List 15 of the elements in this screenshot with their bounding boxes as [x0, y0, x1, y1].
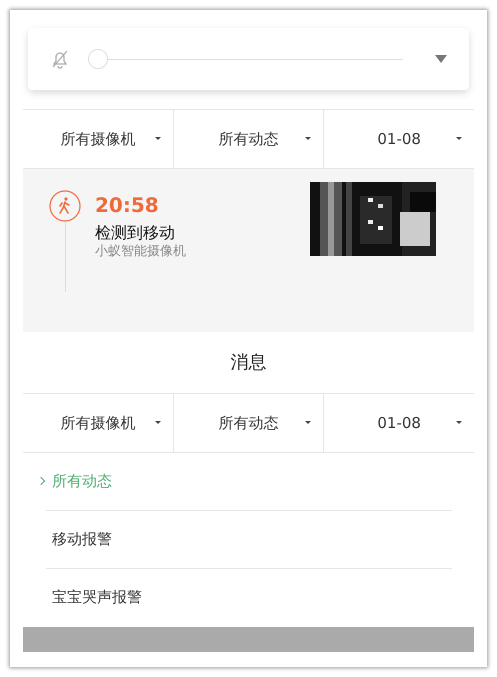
caret-icon: [305, 137, 312, 140]
camera-name: 小蚁智能摄像机: [95, 243, 187, 261]
expand-icon[interactable]: [435, 55, 447, 63]
dropdown-option[interactable]: 宝宝哭声报警: [46, 568, 452, 626]
caret-icon: [154, 421, 161, 424]
walking-person-icon: [49, 190, 81, 222]
muted-bell-icon[interactable]: [50, 49, 70, 69]
caret-icon: [456, 421, 462, 424]
caret-icon: [154, 137, 161, 140]
caret-icon: [456, 137, 462, 140]
dropdown-option[interactable]: 移动报警: [46, 510, 452, 568]
event-time: 20:58: [95, 193, 160, 217]
caret-icon: [305, 421, 312, 424]
volume-slider[interactable]: [88, 49, 403, 69]
event-title: 检测到移动: [95, 223, 176, 243]
